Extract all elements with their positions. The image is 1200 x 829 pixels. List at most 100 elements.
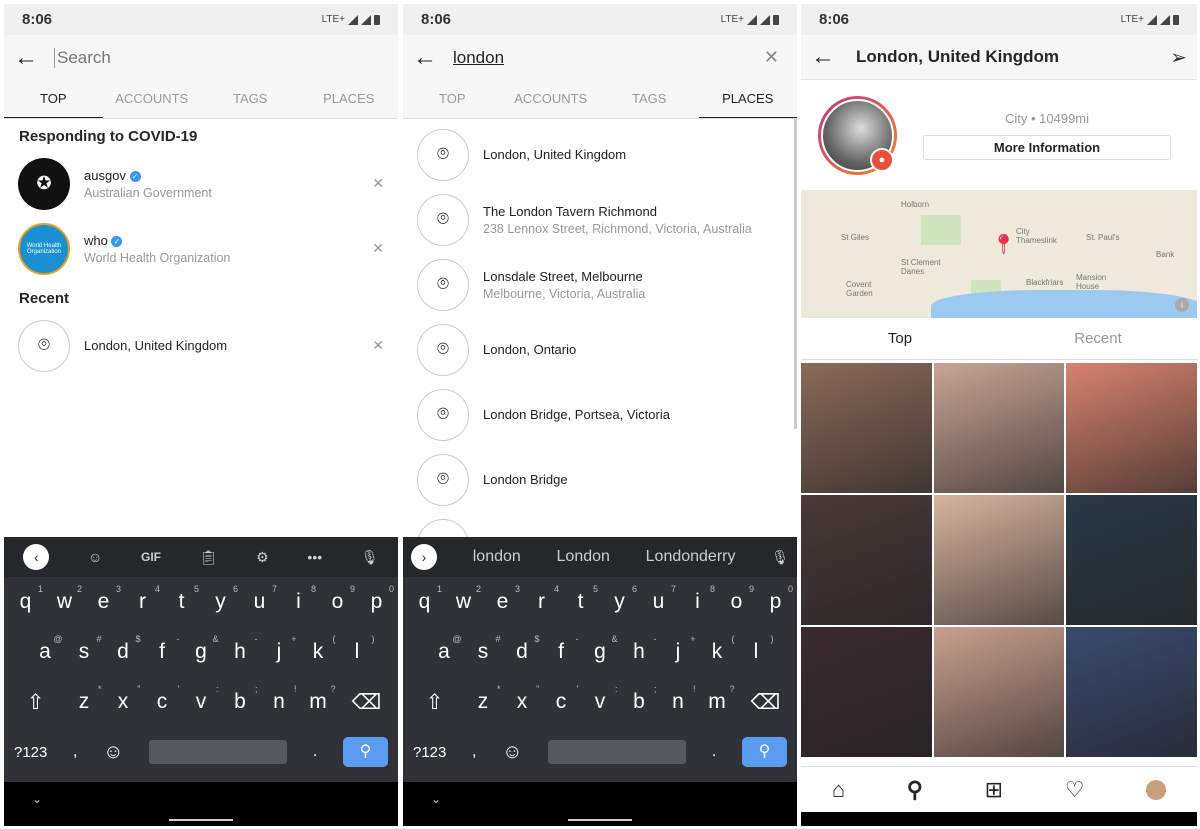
home-handle[interactable] [169, 819, 233, 821]
key-i[interactable]: i8 [279, 584, 318, 614]
key-b[interactable]: b; [221, 684, 260, 714]
post-thumbnail[interactable] [1066, 363, 1197, 493]
key-q[interactable]: q1 [6, 584, 45, 614]
post-thumbnail[interactable] [801, 363, 932, 493]
key-t[interactable]: t5 [162, 584, 201, 614]
remove-icon[interactable]: ✕ [372, 175, 384, 192]
shift-key[interactable]: ⇧ [7, 690, 65, 715]
expand-toolbar-button[interactable]: › [411, 544, 437, 570]
backspace-key[interactable]: ⌫ [338, 690, 396, 715]
place-row[interactable]: ⌾ London Bridge [403, 447, 797, 512]
post-thumbnail[interactable] [1066, 495, 1197, 625]
search-icon[interactable]: ⚲ [907, 777, 923, 803]
key-p[interactable]: p0 [357, 584, 396, 614]
key-p[interactable]: p0 [756, 584, 795, 614]
heart-icon[interactable]: ♡ [1065, 777, 1085, 803]
sticker-icon[interactable]: ☺ [88, 549, 102, 565]
key-f[interactable]: f- [143, 634, 182, 664]
period-key[interactable]: . [712, 743, 716, 761]
key-k[interactable]: k( [698, 634, 737, 664]
post-thumbnail[interactable] [933, 495, 1065, 625]
account-row-who[interactable]: World Health Organization who ✓ World Heal… [4, 216, 398, 281]
key-r[interactable]: r4 [123, 584, 162, 614]
more-information-button[interactable]: More Information [923, 135, 1171, 160]
period-key[interactable]: . [313, 743, 317, 761]
place-row[interactable]: ⌾ London, United Kingdom [403, 122, 797, 187]
key-z[interactable]: z * [464, 684, 503, 714]
space-bar[interactable] [548, 740, 687, 764]
key-f[interactable]: f- [542, 634, 581, 664]
key-z[interactable]: z * [65, 684, 104, 714]
key-s[interactable]: s # [65, 634, 104, 664]
more-icon[interactable]: ••• [307, 549, 322, 565]
key-v[interactable]: v: [581, 684, 620, 714]
clear-icon[interactable]: ✕ [764, 47, 779, 68]
info-icon[interactable]: i [1175, 298, 1189, 312]
key-o[interactable]: o9 [318, 584, 357, 614]
suggestion[interactable]: london [473, 548, 521, 566]
collapse-toolbar-button[interactable]: ‹ [23, 544, 50, 570]
profile-icon[interactable] [1146, 779, 1167, 800]
key-s[interactable]: s # [464, 634, 503, 664]
hide-keyboard-icon[interactable]: ⌄ [32, 792, 42, 806]
remove-icon[interactable]: ✕ [372, 240, 384, 257]
key-e[interactable]: e3 [84, 584, 123, 614]
back-arrow-icon[interactable]: ← [413, 44, 453, 72]
key-h[interactable]: h- [620, 634, 659, 664]
share-icon[interactable]: ➢ [1170, 45, 1187, 70]
key-d[interactable]: d $ [503, 634, 542, 664]
account-row-ausgov[interactable]: ✪ ausgov ✓ Australian Government ✕ [4, 151, 398, 216]
place-row[interactable]: ⌾ Lonsdale Street, Melbourne Melbourne, Vi… [403, 252, 797, 317]
tab-recent-posts[interactable]: Recent [999, 318, 1197, 359]
post-thumbnail[interactable] [801, 627, 932, 757]
key-a[interactable]: a @ [425, 634, 464, 664]
key-d[interactable]: d $ [104, 634, 143, 664]
key-x[interactable]: x " [503, 684, 542, 714]
key-n[interactable]: n! [659, 684, 698, 714]
microphone-icon[interactable]: 🎙︎ [361, 549, 379, 566]
key-y[interactable]: y6 [600, 584, 639, 614]
key-c[interactable]: c ' [542, 684, 581, 714]
key-v[interactable]: v: [182, 684, 221, 714]
comma-key[interactable]: , [73, 743, 77, 761]
gif-button[interactable]: GIF [141, 550, 161, 564]
key-n[interactable]: n! [260, 684, 299, 714]
backspace-key[interactable]: ⌫ [737, 690, 795, 715]
home-icon[interactable]: ⌂ [832, 777, 845, 803]
hide-keyboard-icon[interactable]: ⌄ [431, 792, 441, 806]
key-l[interactable]: l) [737, 634, 776, 664]
settings-icon[interactable]: ⚙ [256, 549, 269, 566]
tab-top-posts[interactable]: Top [801, 318, 999, 359]
tab-accounts[interactable]: ACCOUNTS [502, 80, 601, 118]
tab-places[interactable]: PLACES [698, 80, 797, 118]
key-h[interactable]: h- [221, 634, 260, 664]
key-j[interactable]: j + [659, 634, 698, 664]
remove-icon[interactable]: ✕ [372, 337, 384, 354]
key-m[interactable]: m? [698, 684, 737, 714]
post-thumbnail[interactable] [933, 363, 1065, 493]
post-thumbnail[interactable] [1066, 627, 1197, 757]
key-g[interactable]: g & [581, 634, 620, 664]
tab-top[interactable]: TOP [403, 80, 502, 118]
search-key[interactable]: ⚲ [741, 737, 787, 767]
post-thumbnail[interactable] [933, 627, 1065, 757]
emoji-key[interactable]: ☺ [502, 741, 522, 764]
key-w[interactable]: w2 [444, 584, 483, 614]
tab-tags[interactable]: TAGS [201, 80, 300, 118]
place-row[interactable]: ⌾ London, Ontario [403, 317, 797, 382]
key-l[interactable]: l) [338, 634, 377, 664]
key-u[interactable]: u7 [639, 584, 678, 614]
scrollbar[interactable] [794, 119, 797, 429]
tab-tags[interactable]: TAGS [600, 80, 699, 118]
add-icon[interactable]: ⊞ [985, 777, 1003, 803]
key-w[interactable]: w2 [45, 584, 84, 614]
tab-places[interactable]: PLACES [300, 80, 399, 118]
key-g[interactable]: g & [182, 634, 221, 664]
shift-key[interactable]: ⇧ [406, 690, 464, 715]
key-e[interactable]: e3 [483, 584, 522, 614]
key-m[interactable]: m? [299, 684, 338, 714]
key-o[interactable]: o9 [717, 584, 756, 614]
emoji-key[interactable]: ☺ [103, 741, 123, 764]
suggestion[interactable]: Londonderry [646, 548, 736, 566]
search-input[interactable] [54, 47, 388, 68]
